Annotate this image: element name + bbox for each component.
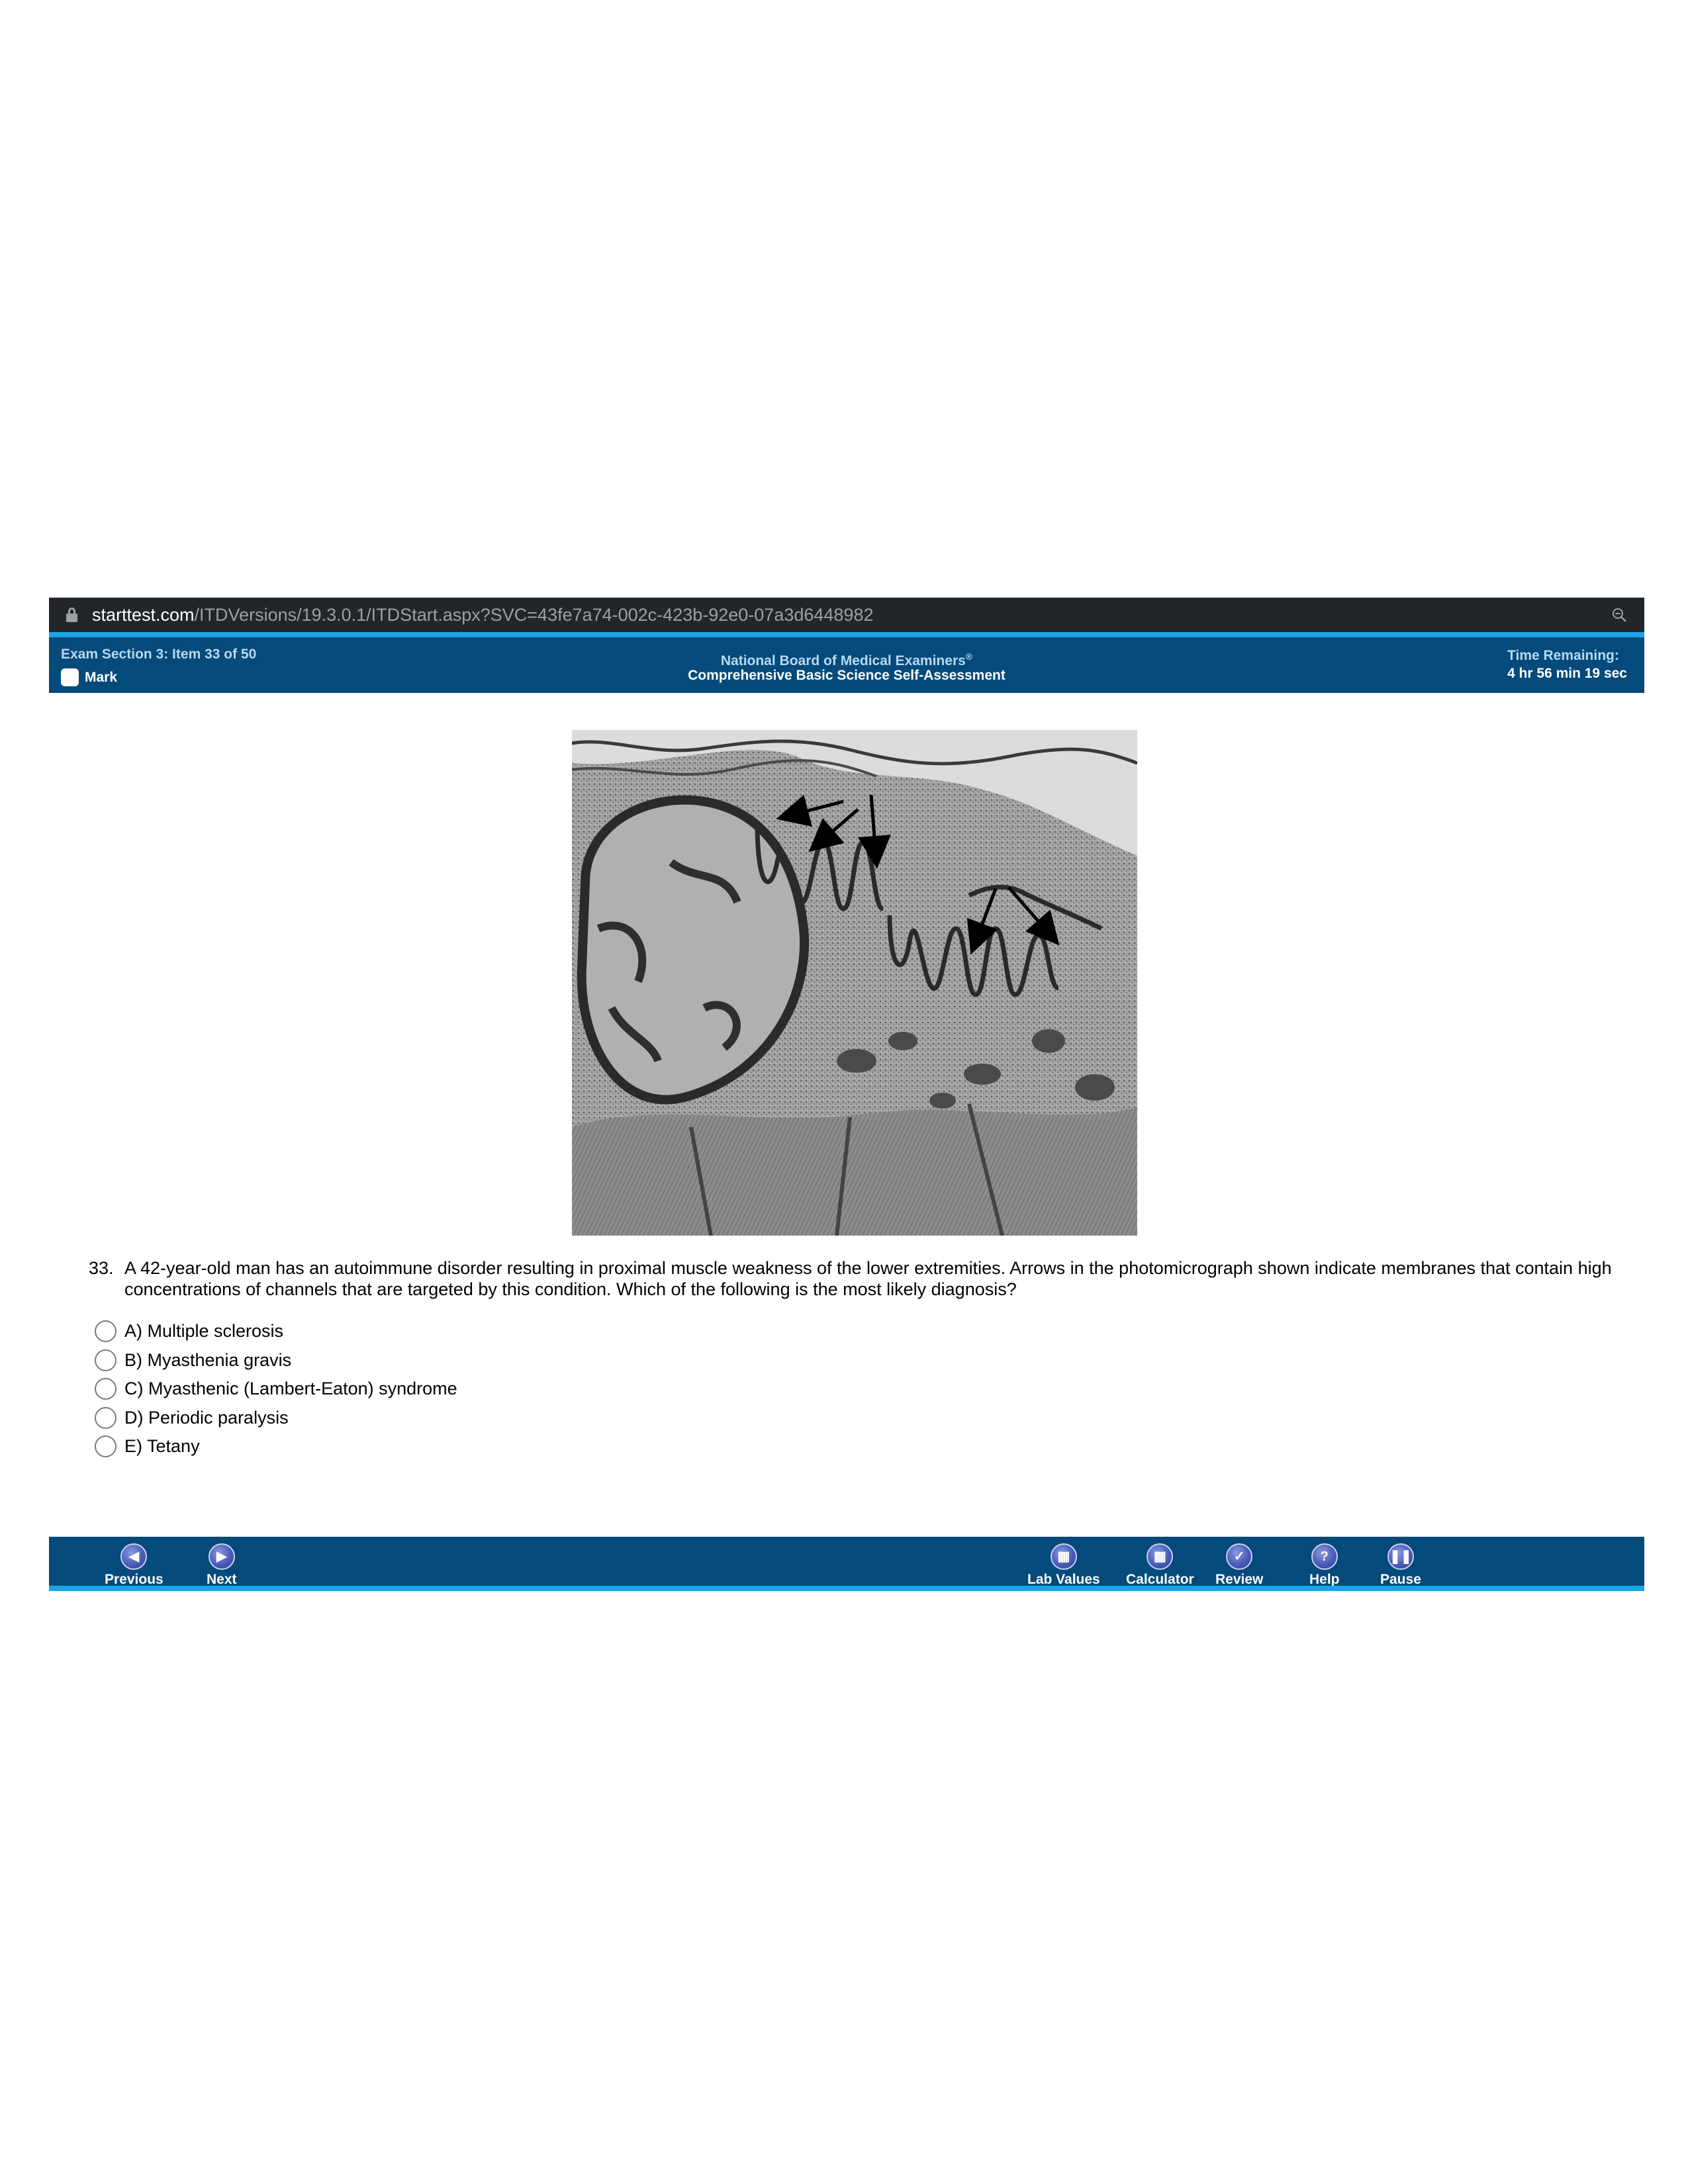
exam-header: Exam Section 3: Item 33 of 50 Mark Natio… [49,637,1644,693]
question-stem: 33. A 42-year-old man has an autoimmune … [89,1257,1631,1300]
answer-option-label: D) Periodic paralysis [124,1407,289,1428]
micrograph-image [572,730,1137,1236]
next-button[interactable]: ▶ Next [207,1543,237,1588]
answer-option-d[interactable]: D) Periodic paralysis [95,1404,457,1433]
lab-values-button[interactable]: ▦ Lab Values [1027,1543,1100,1588]
footer-accent-line [49,1586,1644,1591]
answer-option-b[interactable]: B) Myasthenia gravis [95,1346,457,1375]
answer-option-c[interactable]: C) Myasthenic (Lambert-Eaton) syndrome [95,1375,457,1404]
exam-name: Comprehensive Basic Science Self-Assessm… [688,668,1006,683]
time-remaining-value: 4 hr 56 min 19 sec [1507,666,1627,681]
radio-button[interactable] [95,1349,117,1371]
timer-block: Time Remaining: 4 hr 56 min 19 sec [1507,647,1627,682]
url-path: /ITDVersions/19.3.0.1/ITDStart.aspx?SVC=… [194,604,874,625]
review-button[interactable]: ✓ Review [1215,1543,1263,1588]
url-domain: starttest.com [92,604,195,625]
answer-option-label: A) Multiple sclerosis [124,1321,284,1342]
org-name: National Board of Medical Examiners [720,653,966,668]
exam-title-block: National Board of Medical Examiners® Com… [49,649,1644,683]
header-accent-line [49,632,1644,637]
radio-button[interactable] [95,1435,117,1458]
answer-option-label: C) Myasthenic (Lambert-Eaton) syndrome [124,1379,457,1399]
previous-button[interactable]: ◀ Previous [105,1543,164,1588]
previous-icon: ◀ [120,1543,148,1570]
time-remaining-label: Time Remaining: [1507,648,1619,663]
radio-button[interactable] [95,1378,117,1400]
question-number: 33. [89,1258,114,1278]
answer-option-label: B) Myasthenia gravis [124,1349,292,1370]
pause-icon: ❚❚ [1387,1543,1414,1570]
question-text: A 42-year-old man has an autoimmune diso… [124,1258,1612,1299]
pause-button[interactable]: ❚❚ Pause [1380,1543,1421,1588]
help-icon: ? [1311,1543,1338,1570]
radio-button[interactable] [95,1406,117,1429]
checkmark-icon: ✓ [1226,1543,1253,1570]
radio-button[interactable] [95,1320,117,1343]
lock-icon [66,608,77,622]
next-icon: ▶ [208,1543,235,1570]
lab-values-icon: ▦ [1050,1543,1077,1570]
answer-option-a[interactable]: A) Multiple sclerosis [95,1317,457,1346]
zoom-icon[interactable] [1611,607,1627,623]
footer-toolbar: ◀ Previous ▶ Next ▦ Lab Values ▦ Calcula… [49,1537,1644,1591]
calculator-icon: ▦ [1147,1543,1174,1570]
answer-option-e[interactable]: E) Tetany [95,1432,457,1461]
answer-options: A) Multiple sclerosis B) Myasthenia grav… [95,1317,457,1461]
electron-micrograph [572,730,1137,1236]
calculator-button[interactable]: ▦ Calculator [1126,1543,1194,1588]
browser-address-bar[interactable]: starttest.com/ITDVersions/19.3.0.1/ITDSt… [49,598,1644,632]
help-button[interactable]: ? Help [1309,1543,1340,1588]
answer-option-label: E) Tetany [124,1436,200,1457]
registered-mark: ® [965,651,973,662]
